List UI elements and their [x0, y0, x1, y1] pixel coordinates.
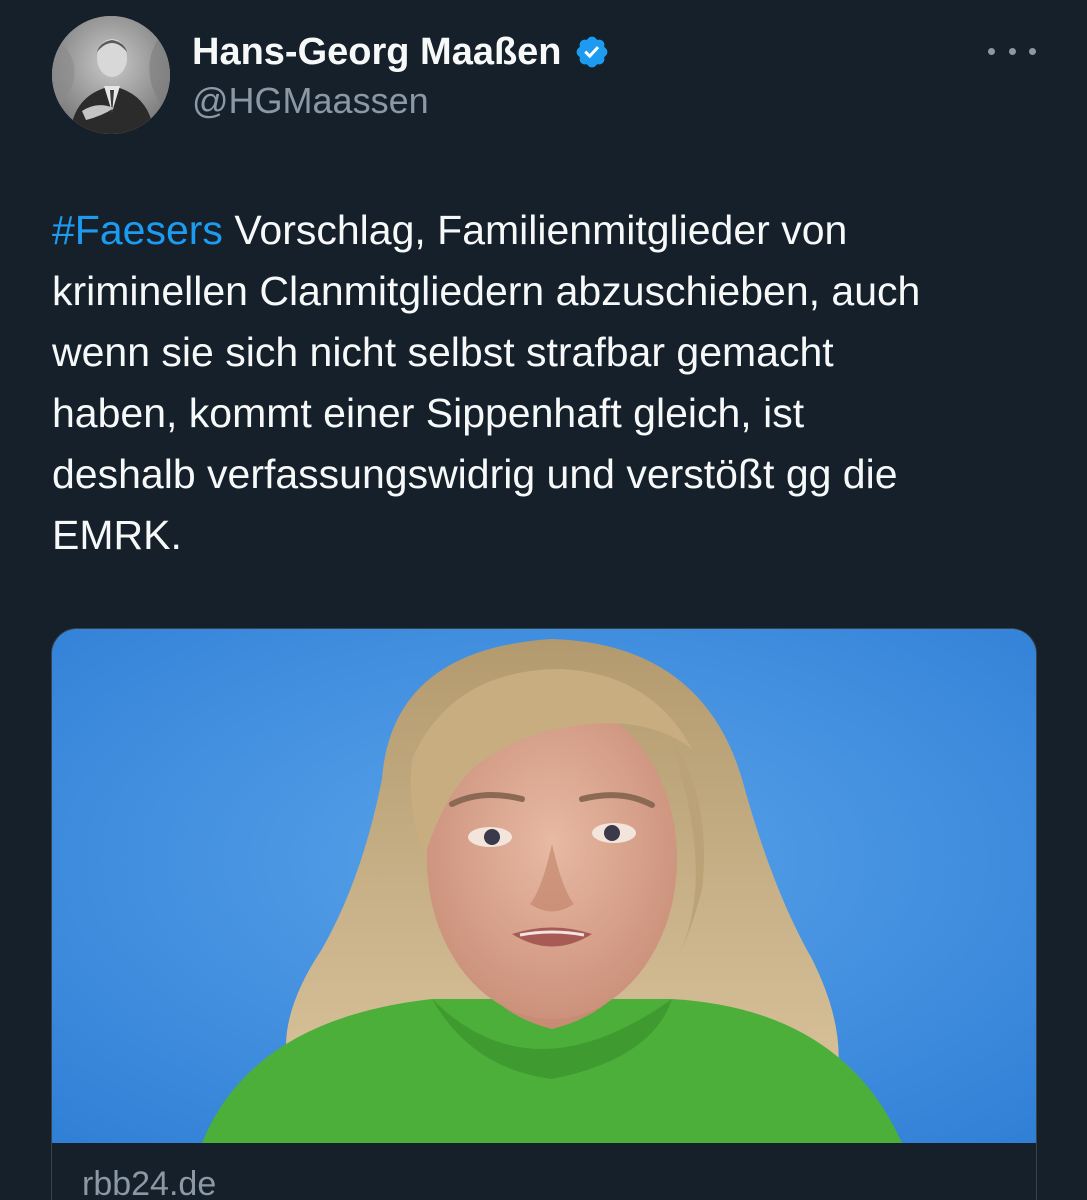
verified-badge-icon: [574, 34, 610, 70]
tweet-text-line: #Faesers Vorschlag, Familienmitglieder v…: [52, 200, 1052, 261]
link-preview-domain[interactable]: rbb24.de: [82, 1165, 216, 1200]
tweet-text-line: kriminellen Clanmitgliedern abzuschieben…: [52, 268, 921, 314]
more-options-button[interactable]: [988, 36, 1036, 66]
link-preview-image[interactable]: [52, 629, 1036, 1143]
avatar-image: [52, 16, 170, 134]
author-name-row: Hans-Georg Maaßen: [192, 28, 610, 76]
tweet-text-line: EMRK.: [52, 512, 182, 558]
hashtag-link[interactable]: #Faesers: [52, 207, 223, 253]
more-horizontal-icon-dot: [1029, 47, 1036, 55]
tweet-text: #Faesers Vorschlag, Familienmitglieder v…: [52, 200, 1052, 566]
tweet-text-line: wenn sie sich nicht selbst strafbar gema…: [52, 329, 834, 375]
tweet-text-line: haben, kommt einer Sippenhaft gleich, is…: [52, 390, 805, 436]
tweet-text-line: deshalb verfassungswidrig und verstößt g…: [52, 451, 898, 497]
more-horizontal-icon-dot: [1008, 47, 1016, 55]
tweet: Hans-Georg Maaßen @HGMaassen #Faesers Vo…: [0, 0, 1087, 1200]
avatar[interactable]: [52, 16, 170, 134]
more-horizontal-icon: [988, 47, 995, 55]
tweet-text-segment: Vorschlag, Familienmitglieder von: [222, 207, 848, 253]
link-preview-card[interactable]: rbb24.de: [51, 628, 1037, 1200]
portrait-photo: [52, 629, 1036, 1143]
author-display-name[interactable]: Hans-Georg Maaßen: [192, 31, 562, 74]
author-handle[interactable]: @HGMaassen: [192, 80, 429, 122]
